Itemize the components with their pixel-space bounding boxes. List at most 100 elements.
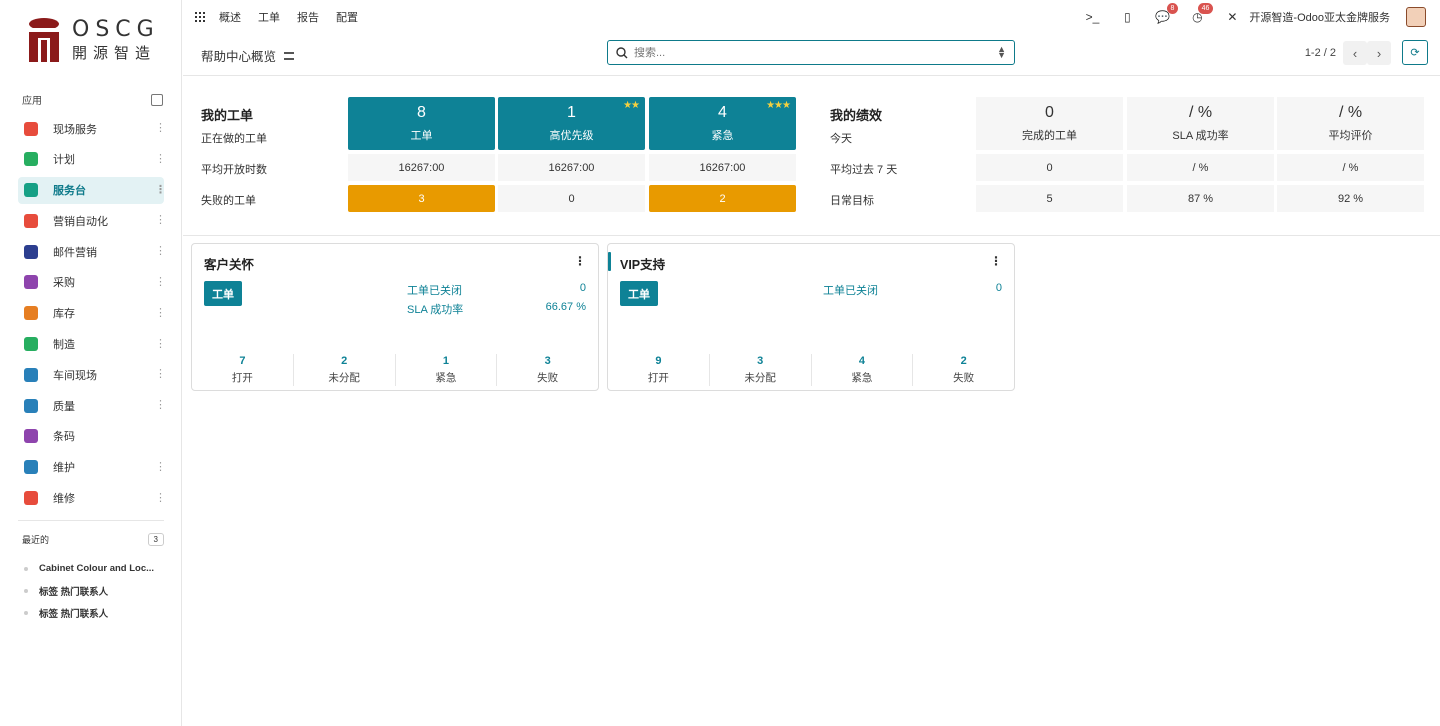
sidebar-app-label: 制造 — [53, 339, 75, 352]
app-more-icon[interactable]: ⋮ — [155, 399, 166, 411]
stat-open[interactable]: 9 打开 — [608, 354, 710, 386]
pager-value[interactable]: 1-2 / 2 — [1305, 47, 1336, 59]
search-bar[interactable]: ▲▼ — [607, 40, 1015, 65]
sidebar-app-item[interactable]: 维修 ⋮ — [18, 485, 166, 512]
menu-reporting[interactable]: 报告 — [297, 9, 319, 25]
kv-sla-value[interactable]: 66.67 % — [546, 301, 586, 313]
stat-failed[interactable]: 3 失败 — [497, 354, 598, 386]
user-avatar[interactable] — [1406, 7, 1426, 27]
tile-my-tickets[interactable]: 8 工单 — [348, 97, 495, 150]
app-more-icon[interactable]: ⋮ — [155, 461, 166, 473]
tickets-button[interactable]: 工单 — [204, 281, 242, 306]
refresh-icon[interactable]: ⟳ — [1402, 40, 1428, 65]
card-stats: 9 打开 3 未分配 4 紧急 2 失败 — [608, 354, 1014, 386]
sidebar-app-item[interactable]: 制造 ⋮ — [18, 331, 166, 358]
stat-unassigned[interactable]: 2 未分配 — [294, 354, 396, 386]
menu-tickets[interactable]: 工单 — [258, 9, 280, 25]
sidebar-app-label: 营销自动化 — [53, 215, 108, 228]
cell-target-sla[interactable]: 87 % — [1127, 185, 1274, 212]
app-more-icon[interactable]: ⋮ — [155, 214, 166, 226]
terminal-icon[interactable]: >_ — [1085, 10, 1100, 24]
email-marketing-icon — [24, 244, 38, 259]
kv-sla-label[interactable]: SLA 成功率 — [407, 301, 463, 317]
cell-avg-hours-urgent: 16267:00 — [649, 154, 796, 181]
menu-configuration[interactable]: 配置 — [336, 9, 358, 25]
stat-open[interactable]: 7 打开 — [192, 354, 294, 386]
brand-logo[interactable]: OSCG 開源智造 — [0, 0, 181, 80]
sidebar-app-item[interactable]: 采购 ⋮ — [18, 269, 166, 296]
stat-urgent[interactable]: 4 紧急 — [812, 354, 914, 386]
cell-avg7-rating: / % — [1277, 154, 1424, 181]
sidebar-app-item[interactable]: 营销自动化 ⋮ — [18, 207, 166, 234]
tile-urgent[interactable]: ★★★ 4 紧急 — [649, 97, 796, 150]
split-view-icon[interactable]: ▯ — [1120, 10, 1134, 24]
recent-item[interactable]: 标签 热门联系人 — [0, 580, 181, 602]
stat-urgent[interactable]: 1 紧急 — [396, 354, 498, 386]
app-more-icon[interactable]: ⋮ — [155, 276, 166, 288]
sidebar: OSCG 開源智造 应用 现场服务 ⋮ 计划 ⋮ 服务台 ⋮ 营销自动化 ⋮ 邮件营销 ⋮ 采购 ⋮ 库… — [0, 0, 182, 726]
card-menu-icon[interactable]: ⋮ — [990, 254, 1002, 268]
search-options-toggle-icon[interactable]: ▲ ▼ — [997, 45, 1006, 60]
sidebar-app-item[interactable]: 计划 ⋮ — [18, 146, 166, 173]
bullet-icon — [24, 566, 28, 571]
card-menu-icon[interactable]: ⋮ — [574, 254, 586, 268]
oscg-logo-icon — [29, 18, 59, 62]
kv-closed-label[interactable]: 工单已关闭 — [823, 282, 878, 298]
recent-item[interactable]: Cabinet Colour and Loc... — [0, 558, 181, 580]
pager-previous-button[interactable]: ‹ — [1343, 41, 1367, 65]
recent-item[interactable]: 标签 热门联系人 — [0, 602, 181, 624]
sidebar-app-item[interactable]: 邮件营销 ⋮ — [18, 238, 166, 265]
app-more-icon[interactable]: ⋮ — [155, 368, 166, 380]
sidebar-app-item[interactable]: 车间现场 ⋮ — [18, 361, 166, 388]
row-label-daily-target: 日常目标 — [830, 195, 874, 207]
cell-value: 16267:00 — [699, 161, 746, 174]
app-more-icon[interactable]: ⋮ — [155, 492, 166, 504]
top-navbar: 概述 工单 报告 配置 >_ ▯ 💬 8 ◷ 46 ✕ 开源智造-Odoo亚太金牌服… — [183, 0, 1440, 34]
cell-target-closed[interactable]: 5 — [976, 185, 1123, 212]
sidebar-app-item[interactable]: 现场服务 ⋮ — [18, 115, 166, 142]
tile-count: 4 — [718, 104, 727, 121]
sidebar-app-item[interactable]: 质量 ⋮ — [18, 392, 166, 419]
cell-value: 2 — [719, 192, 726, 205]
kv-closed-label[interactable]: 工单已关闭 — [407, 282, 462, 298]
bullet-icon — [24, 610, 28, 615]
pager-next-button[interactable]: › — [1367, 41, 1391, 65]
tools-icon[interactable]: ✕ — [1225, 10, 1239, 24]
repair-icon — [24, 491, 38, 506]
app-list: 现场服务 ⋮ 计划 ⋮ 服务台 ⋮ 营销自动化 ⋮ 邮件营销 ⋮ 采购 ⋮ 库存 ⋮ 制造 ⋮ 车间现场 ⋮ 质量 ⋮… — [0, 115, 181, 512]
company-switcher[interactable]: 开源智造-Odoo亚太金牌服务 — [1249, 9, 1390, 25]
cell-value: 0 — [568, 192, 575, 205]
tile-high-priority[interactable]: ★★ 1 高优先级 — [498, 97, 645, 150]
search-input[interactable] — [634, 46, 974, 59]
tickets-button[interactable]: 工单 — [620, 281, 658, 306]
new-app-icon[interactable] — [151, 93, 163, 106]
kv-closed-value[interactable]: 0 — [996, 282, 1002, 294]
bullet-icon — [24, 588, 28, 593]
app-more-icon[interactable]: ⋮ — [155, 122, 166, 134]
messages-icon[interactable]: 💬 8 — [1155, 3, 1179, 24]
cell-avg-hours-high: 16267:00 — [498, 154, 645, 181]
settings-gear-icon[interactable] — [284, 51, 295, 60]
cell-failed-urgent[interactable]: 2 — [649, 185, 796, 212]
sidebar-app-item[interactable]: 条码 — [18, 423, 164, 450]
app-more-icon[interactable]: ⋮ — [155, 307, 166, 319]
app-more-icon[interactable]: ⋮ — [155, 338, 166, 350]
menu-overview[interactable]: 概述 — [219, 9, 241, 25]
sidebar-app-item[interactable]: 维护 ⋮ — [18, 454, 166, 481]
cell-failed-high[interactable]: 0 — [498, 185, 645, 212]
apps-grid-icon[interactable] — [195, 12, 205, 22]
manufacturing-icon — [24, 337, 38, 352]
cell-failed-all[interactable]: 3 — [348, 185, 495, 212]
stat-unassigned[interactable]: 3 未分配 — [710, 354, 812, 386]
app-more-icon[interactable]: ⋮ — [155, 184, 166, 196]
tile-closed-today: 0 完成的工单 — [976, 97, 1123, 150]
sidebar-app-item[interactable]: 服务台 ⋮ — [18, 176, 166, 204]
app-more-icon[interactable]: ⋮ — [155, 153, 166, 165]
sidebar-app-item[interactable]: 库存 ⋮ — [18, 300, 166, 327]
app-more-icon[interactable]: ⋮ — [155, 245, 166, 257]
activities-icon[interactable]: ◷ 46 — [1190, 3, 1214, 24]
shop-floor-icon — [24, 367, 38, 382]
cell-target-rating[interactable]: 92 % — [1277, 185, 1424, 212]
kv-closed-value[interactable]: 0 — [580, 282, 586, 294]
stat-failed[interactable]: 2 失败 — [913, 354, 1014, 386]
